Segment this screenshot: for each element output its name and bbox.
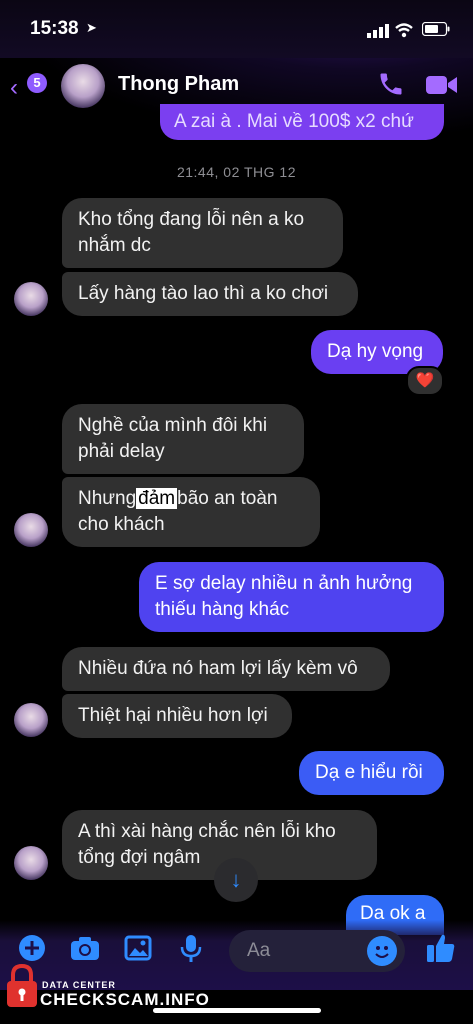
outgoing-message[interactable]: Dạ e hiểu rồi (299, 751, 444, 795)
message-text-start: Nhưng (78, 488, 137, 509)
incoming-message[interactable]: Lấy hàng tào lao thì a ko chơi (62, 272, 358, 316)
microphone-icon[interactable] (180, 934, 202, 964)
selected-word[interactable]: đảm (136, 488, 178, 509)
location-arrow-icon: ➤ (86, 20, 97, 35)
outgoing-message[interactable]: E sợ delay nhiều n ảnh hưởng thiếu hàng … (139, 562, 444, 632)
phone-icon[interactable] (377, 70, 405, 98)
wifi-icon (395, 23, 413, 38)
lock-icon (7, 963, 37, 1007)
back-chevron-icon[interactable]: ‹ (10, 74, 18, 102)
incoming-message[interactable]: Nhiều đứa nó ham lợi lấy kèm vô (62, 647, 390, 691)
signal-icon (367, 24, 389, 38)
sender-avatar[interactable] (14, 282, 48, 316)
incoming-message[interactable]: Nghề của mình đôi khi phải delay (62, 404, 304, 474)
message-text: Kho tổng đang lỗi nên a ko nhắm dc (78, 209, 305, 256)
gallery-icon[interactable] (124, 934, 152, 962)
message-text: Nghề của mình đôi khi phải delay (78, 415, 268, 462)
battery-icon (422, 22, 450, 36)
video-call-icon[interactable] (425, 72, 459, 98)
incoming-message[interactable]: Thiệt hại nhiều hơn lợi (62, 694, 292, 738)
thumbs-up-icon[interactable] (426, 932, 456, 964)
outgoing-message[interactable]: A zai à . Mai về 100$ x2 chứ (160, 104, 444, 140)
message-text: Nhiều đứa nó ham lợi lấy kèm vô (78, 658, 358, 679)
message-text: Dạ hy vọng (327, 341, 424, 362)
message-timestamp: 21:44, 02 THG 12 (176, 164, 297, 180)
contact-name[interactable]: Thong Pham (118, 73, 239, 96)
status-bar: 15:38 ➤ (0, 0, 473, 58)
message-text: E sợ delay nhiều n ảnh hưởng thiếu hàng … (155, 573, 413, 620)
message-input-placeholder: Aa (247, 940, 271, 961)
message-text: Dạ e hiểu rồi (315, 762, 423, 783)
heart-reaction-icon[interactable]: ❤️ (406, 366, 444, 396)
incoming-message[interactable]: Kho tổng đang lỗi nên a ko nhắm dc (62, 198, 343, 268)
watermark-title: CHECKSCAM.INFO (40, 990, 210, 1009)
emoji-icon[interactable] (367, 936, 397, 966)
message-text: Lấy hàng tào lao thì a ko chơi (78, 283, 329, 304)
sender-avatar[interactable] (14, 846, 48, 880)
arrow-down-icon: ↓ (230, 867, 242, 892)
message-text: Thiệt hại nhiều hơn lợi (78, 705, 268, 726)
message-text: A zai à . Mai về 100$ x2 chứ (174, 111, 414, 132)
status-time: 15:38 (30, 18, 79, 39)
watermark-subtitle: DATA CENTER (42, 980, 116, 990)
incoming-message[interactable]: Nhưng đảm bão an toàn cho khách (62, 477, 320, 547)
message-input[interactable]: Aa (229, 930, 405, 972)
sender-avatar[interactable] (14, 513, 48, 547)
scroll-to-bottom-button[interactable]: ↓ (214, 858, 258, 902)
camera-icon[interactable] (70, 934, 100, 962)
plus-circle-icon[interactable] (18, 934, 46, 962)
sender-avatar[interactable] (14, 703, 48, 737)
unread-count-badge[interactable]: 5 (27, 73, 47, 93)
message-text: A thì xài hàng chắc nên lỗi kho tổng đợi… (78, 821, 336, 868)
contact-avatar[interactable] (61, 64, 105, 108)
